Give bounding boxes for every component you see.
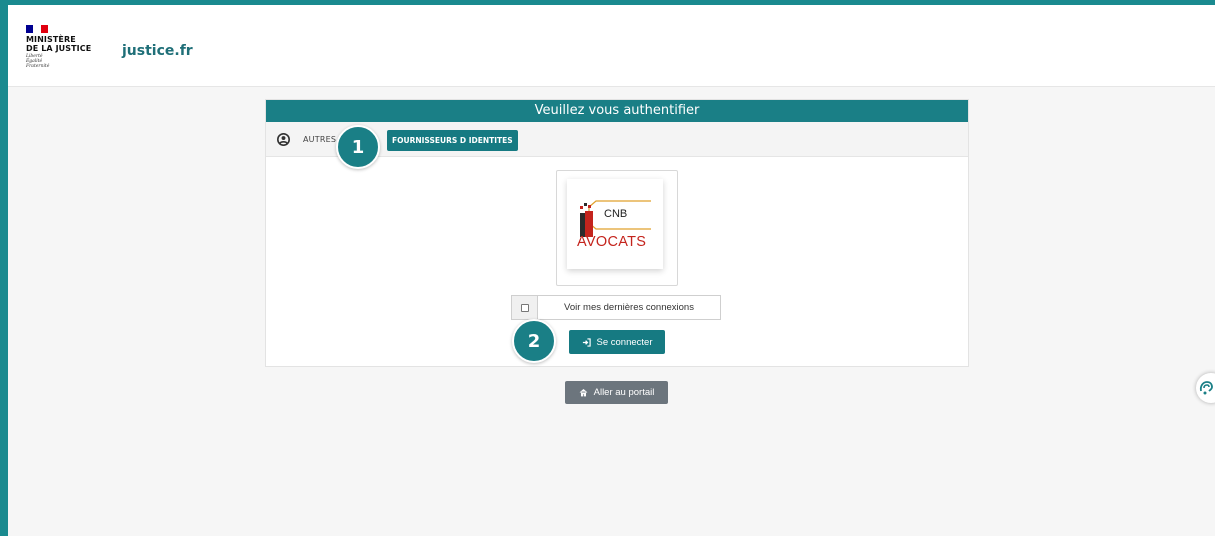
connect-button-label: Se connecter: [596, 336, 653, 348]
cnb-avocats-logo: CNB AVOCATS: [567, 179, 663, 269]
sign-in-icon: [582, 337, 591, 347]
remember-label: Voir mes dernières connexions: [564, 302, 694, 313]
tab-identity-providers[interactable]: FOURNISSEURS D IDENTITES: [387, 130, 518, 151]
ministry-logo[interactable]: MINISTÈRE DE LA JUSTICE Liberté Égalité …: [26, 25, 106, 85]
avocats-logo-text: AVOCATS: [577, 234, 647, 250]
step-badge-2: 2: [512, 319, 556, 363]
republic-motto: Liberté Égalité Fraternité: [26, 54, 106, 69]
cnb-logo-text: CNB: [604, 208, 628, 220]
tab-autres[interactable]: AUTRES: [303, 135, 336, 144]
connect-button[interactable]: Se connecter: [569, 330, 665, 354]
motto-fraternite: Fraternité: [26, 64, 50, 69]
user-circle-icon: [277, 133, 290, 146]
site-header: MINISTÈRE DE LA JUSTICE Liberté Égalité …: [8, 5, 1215, 87]
provider-cnb-avocats[interactable]: CNB AVOCATS: [556, 170, 678, 286]
french-flag-icon: [26, 25, 48, 33]
home-icon: [579, 388, 587, 397]
portal-button-label: Aller au portail: [593, 387, 655, 398]
cnb-emblem-icon: [580, 200, 651, 237]
ministry-line-1: MINISTÈRE: [26, 35, 76, 44]
site-name-link[interactable]: justice.fr: [122, 43, 193, 59]
auth-title: Veuillez vous authentifier: [266, 100, 968, 122]
remember-connections[interactable]: Voir mes dernières connexions: [511, 295, 721, 320]
go-to-portal-button[interactable]: Aller au portail: [565, 381, 668, 404]
accessibility-icon: [1199, 381, 1213, 395]
ministry-line-2: DE LA JUSTICE: [26, 44, 92, 53]
remember-checkbox[interactable]: [512, 296, 538, 319]
step-badge-1: 1: [336, 125, 380, 169]
ministry-name: MINISTÈRE DE LA JUSTICE: [26, 35, 106, 53]
